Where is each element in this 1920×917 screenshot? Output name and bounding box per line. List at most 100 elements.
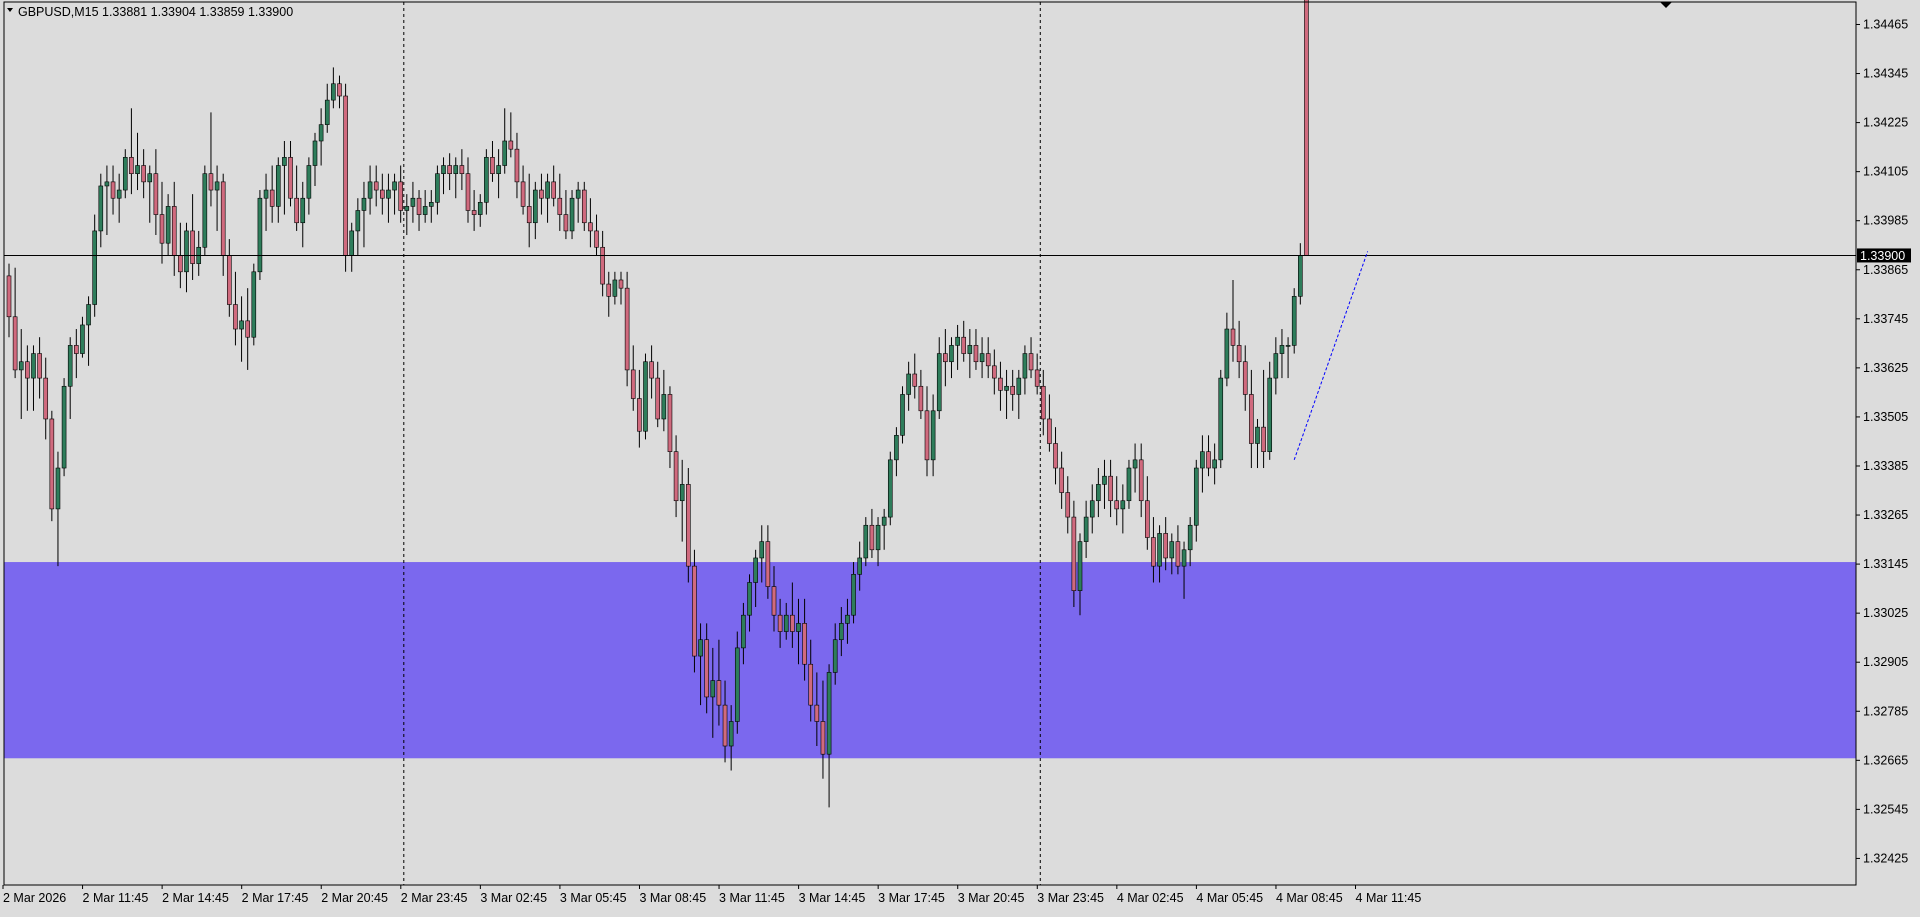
bear-candle-body [814,704,820,722]
bear-candle-body [539,189,544,199]
x-axis-label: 3 Mar 11:45 [719,891,785,905]
bear-candle-body [74,345,79,354]
bull-candle-body [741,614,746,649]
bear-candle-body [1047,418,1052,444]
candle [61,378,67,477]
bear-candle-body [465,173,471,211]
bull-candle-body [863,524,869,559]
bull-candle-body [92,230,97,305]
bear-candle-body [288,157,293,199]
bull-candle-body [747,582,752,616]
y-axis-label: 1.34105 [1863,165,1908,179]
bull-candle-body [753,557,758,583]
y-axis-label: 1.33985 [1863,214,1908,228]
y-axis-label: 1.33265 [1863,508,1908,522]
bull-candle-body [1126,467,1132,502]
bear-candle-body [765,541,771,587]
bear-candle-body [1242,361,1248,395]
bull-candle-body [355,210,361,232]
bear-candle-body [178,255,183,273]
bear-candle-body [649,361,654,379]
bull-candle-body [300,197,306,224]
bull-candle-body [661,394,667,420]
bear-candle-body [692,565,697,657]
bull-candle-body [832,639,838,673]
bear-candle-body [141,165,146,183]
price-chart[interactable]: GBPUSD,M15 1.33881 1.33904 1.33859 1.339… [0,0,1920,912]
bull-candle-body [1291,296,1297,346]
bear-candle-body [447,165,452,174]
bull-candle-body [324,99,330,125]
bull-candle-body [710,680,716,698]
bull-candle-body [18,361,24,371]
bull-candle-body [1169,541,1175,559]
bull-candle-body [435,173,440,203]
bear-candle-body [686,484,691,567]
bear-candle-body [992,365,997,379]
bull-candle-body [318,124,324,142]
bull-candle-body [1279,345,1285,354]
bull-candle-body [202,173,208,248]
x-axis-label: 3 Mar 02:45 [480,891,547,905]
bull-candle-body [1267,377,1273,452]
x-axis-label: 3 Mar 20:45 [958,891,1025,905]
bull-candle-body [331,83,336,101]
x-axis-label: 3 Mar 23:45 [1037,891,1104,905]
x-axis-label: 3 Mar 08:45 [639,891,706,905]
bull-candle-body [881,516,887,526]
bull-candle-body [1224,328,1230,379]
bull-candle-body [857,557,862,575]
bull-candle-body [930,410,936,461]
x-axis-label: 4 Mar 11:45 [1356,891,1422,905]
bear-candle-body [459,165,465,174]
candle [202,165,208,256]
demand-zone-rectangle[interactable] [4,562,1856,759]
bull-candle-body [979,353,985,363]
bull-candle-body [1285,345,1291,347]
x-axis-label: 3 Mar 05:45 [560,891,627,905]
bull-candle-body [55,467,61,510]
bull-candle-body [875,524,881,551]
bull-candle-body [410,197,416,207]
y-axis-label: 1.33625 [1863,361,1908,375]
candle [1218,369,1224,469]
bear-candle-body [624,287,630,371]
bull-candle-body [312,140,318,166]
candle [1304,0,1309,256]
bull-candle-body [80,324,85,354]
bull-candle-body [61,385,67,469]
bull-candle-body [275,165,281,207]
bull-candle-body [86,304,91,326]
bear-candle-body [802,623,807,665]
bear-candle-body [820,721,826,755]
x-axis-label: 4 Mar 08:45 [1276,891,1343,905]
bear-candle-body [398,181,403,211]
bear-candle-body [551,181,556,199]
x-axis-label: 4 Mar 05:45 [1196,891,1263,905]
bull-candle-body [422,206,428,215]
chart-background [0,0,1920,912]
bear-candle-body [380,189,385,199]
candle [887,451,893,526]
bear-candle-body [12,316,18,371]
bear-candle-body [129,157,134,174]
bear-candle-body [6,275,12,318]
bear-candle-body [943,353,948,363]
bear-candle-body [1304,0,1309,256]
bull-candle-body [502,140,508,166]
y-axis-label: 1.33505 [1863,410,1908,424]
bear-candle-body [985,353,991,367]
bull-candle-body [679,484,685,502]
bull-candle-body [839,623,844,641]
bull-candle-body [1212,459,1217,469]
chart-window[interactable]: GBPUSD,M15 1.33881 1.33904 1.33859 1.339… [0,0,1920,912]
candle [257,190,263,280]
bear-candle-body [563,214,569,232]
bear-candle-body [998,377,1003,391]
bull-candle-body [239,320,244,330]
bear-candle-body [233,304,238,330]
bull-candle-body [1200,451,1205,469]
bull-candle-body [428,202,434,207]
bull-candle-body [484,157,489,203]
candle [251,263,257,346]
